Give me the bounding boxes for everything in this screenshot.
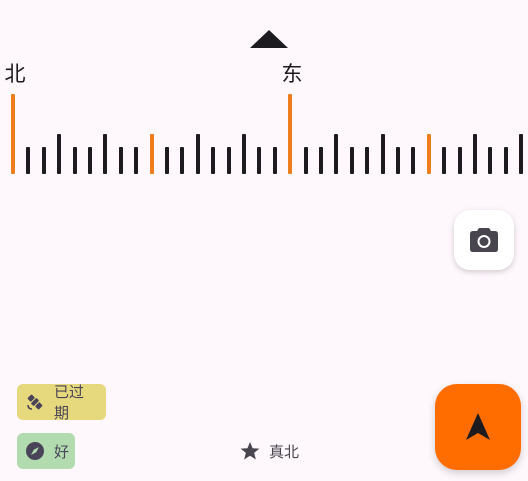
cardinal-east-label: 东 [281, 62, 303, 86]
accuracy-status-chip[interactable]: 好 [17, 433, 75, 469]
scale-tick [457, 147, 462, 174]
scale-tick [380, 134, 385, 174]
scale-tick [334, 134, 339, 174]
scale-tick [165, 147, 169, 174]
scale-tick [149, 134, 154, 174]
scale-tick [195, 134, 200, 174]
scale-tick [519, 134, 524, 174]
scale-tick [134, 147, 139, 174]
gps-status-chip[interactable]: 已过期 [17, 383, 106, 422]
scale-tick [411, 147, 416, 174]
scale-tick [242, 134, 246, 174]
scale-tick [365, 147, 370, 174]
north-reference-label: 真北 [269, 442, 300, 461]
scale-tick [26, 147, 31, 174]
scale-tick [118, 147, 123, 174]
navigation-button[interactable] [435, 384, 521, 470]
scale-tick [41, 147, 46, 174]
camera-button[interactable] [454, 210, 514, 270]
star-icon [240, 441, 260, 461]
scale-tick [226, 147, 231, 174]
scale-tick [257, 147, 262, 174]
scale-tick [103, 134, 108, 174]
compass-icon [25, 441, 45, 461]
scale-tick [503, 147, 508, 174]
cardinal-tick [288, 94, 293, 174]
scale-tick [442, 147, 447, 174]
scale-tick [180, 147, 185, 174]
scale-tick [319, 147, 323, 174]
north-reference[interactable]: 真北 [240, 440, 299, 462]
scale-tick [72, 147, 77, 174]
compass-screen: 北 东 已过期 好 真北 [0, 0, 528, 481]
scale-tick [272, 147, 277, 174]
scale-tick [88, 147, 92, 174]
cardinal-tick [11, 94, 15, 174]
navigation-arrow-icon [466, 413, 490, 440]
camera-icon [470, 228, 498, 252]
heading-pointer-icon [250, 30, 288, 48]
gps-status-label: 已过期 [54, 383, 85, 422]
scale-tick [396, 147, 400, 174]
scale-tick [349, 147, 354, 174]
accuracy-status-label: 好 [54, 442, 70, 461]
compass-scale[interactable] [0, 90, 528, 174]
scale-tick [488, 147, 493, 174]
scale-tick [303, 147, 308, 174]
scale-tick [426, 134, 431, 174]
scale-tick [211, 147, 216, 174]
scale-tick [473, 134, 477, 174]
satellite-icon [25, 392, 45, 412]
scale-tick [57, 134, 62, 174]
cardinal-north-label: 北 [4, 62, 26, 86]
